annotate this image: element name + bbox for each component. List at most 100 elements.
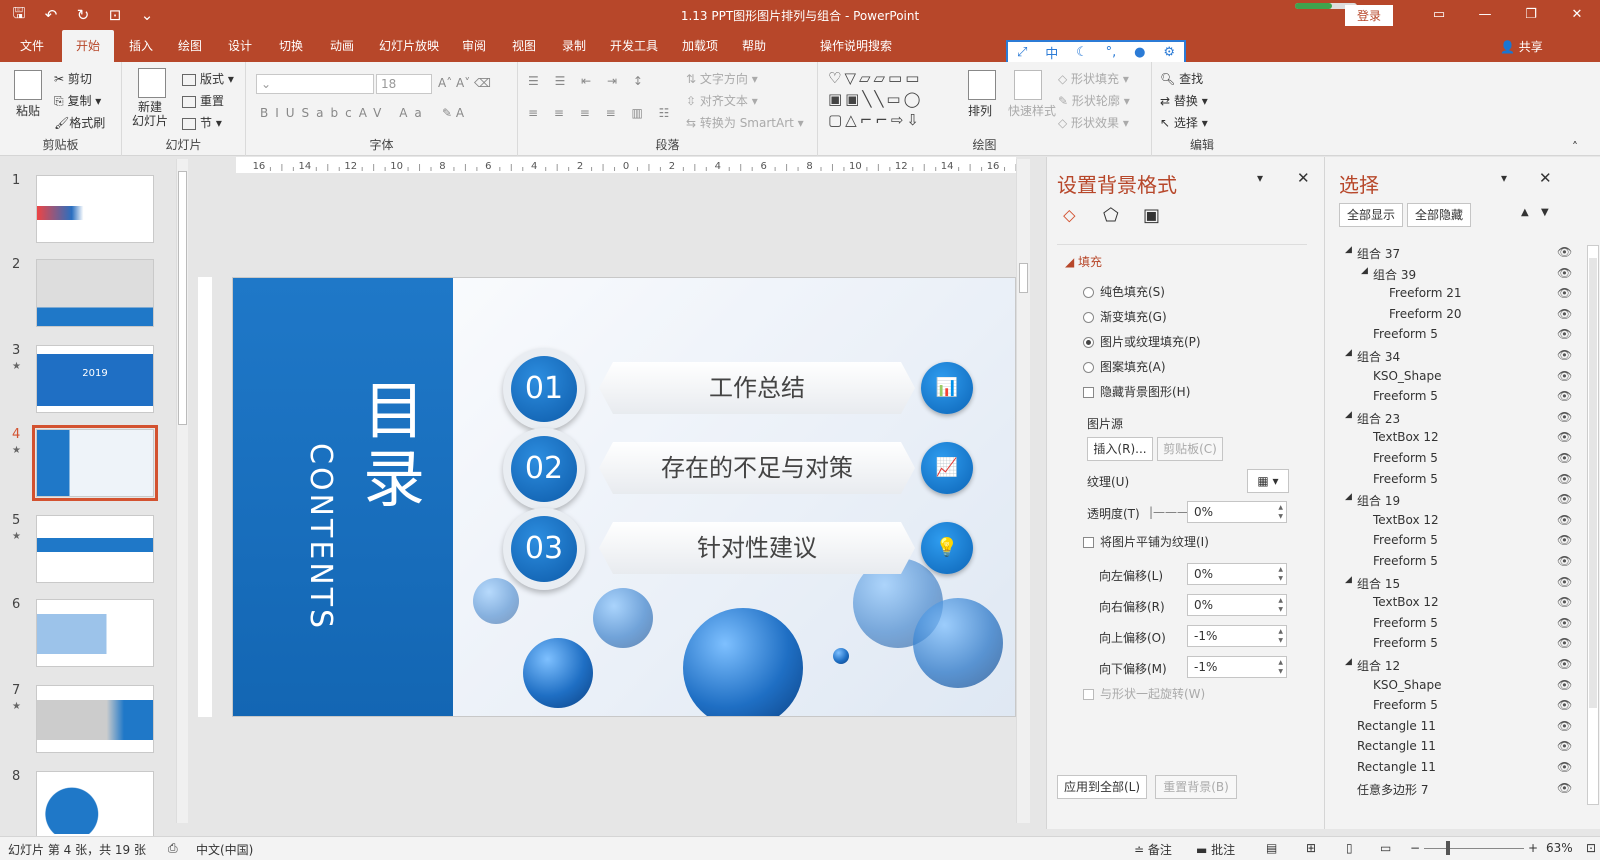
thumbnail-scrollbar[interactable]	[176, 159, 188, 823]
user-icon[interactable]: ●	[1134, 45, 1145, 60]
visibility-eye-icon[interactable]: 👁	[1557, 636, 1572, 650]
offset-input[interactable]: -1%	[1187, 656, 1287, 678]
slide-thumbnail[interactable]	[36, 599, 154, 667]
tab-13[interactable]: 帮助	[736, 30, 772, 62]
notes-button[interactable]: ≐ 备注	[1134, 841, 1172, 858]
align-icons[interactable]: ≡ ≡ ≡ ≡ ▥ ☷	[528, 106, 675, 120]
slide-thumbnail[interactable]	[36, 259, 154, 327]
selection-item[interactable]: KSO_Shape	[1373, 369, 1442, 383]
minimize-icon[interactable]: —	[1462, 0, 1508, 30]
slide-thumbnail[interactable]	[36, 175, 154, 243]
arrange-button[interactable]: 排列	[968, 102, 992, 119]
selection-item[interactable]: Freeform 21	[1389, 286, 1462, 300]
accessibility-icon[interactable]: ⎙	[168, 841, 178, 856]
visibility-eye-icon[interactable]: 👁	[1557, 389, 1572, 403]
reset-button[interactable]: 重置	[182, 92, 224, 109]
slide-thumbnail[interactable]	[36, 771, 154, 839]
transparency-slider[interactable]: |———	[1149, 505, 1189, 519]
selection-item[interactable]: 组合 15	[1357, 575, 1400, 592]
tab-4[interactable]: 设计	[222, 30, 258, 62]
editor-scrollbar[interactable]	[1016, 159, 1030, 823]
ribbon-display-icon[interactable]: ▭	[1416, 0, 1462, 30]
hide-all-button[interactable]: 全部隐藏	[1407, 203, 1471, 227]
select-button[interactable]: ↖ 选择 ▾	[1160, 114, 1208, 131]
shape-effects-button[interactable]: ◇ 形状效果 ▾	[1058, 114, 1129, 131]
selection-item[interactable]: Freeform 5	[1373, 533, 1438, 547]
smartart-button[interactable]: ⇆ 转换为 SmartArt ▾	[686, 114, 804, 131]
tab-1[interactable]: 开始	[62, 30, 114, 62]
expand-arrow-icon[interactable]: ◢	[1345, 575, 1352, 585]
reading-view-icon[interactable]: ▯	[1346, 841, 1353, 855]
selection-item[interactable]: Freeform 5	[1373, 472, 1438, 486]
visibility-eye-icon[interactable]: 👁	[1557, 760, 1572, 774]
visibility-eye-icon[interactable]: 👁	[1557, 307, 1572, 321]
selection-options-icon[interactable]: ▾	[1501, 171, 1507, 185]
selection-item[interactable]: Freeform 5	[1373, 616, 1438, 630]
layout-button[interactable]: 版式 ▾	[182, 70, 234, 87]
selection-item[interactable]: TextBox 12	[1373, 513, 1439, 527]
selection-item[interactable]: Freeform 5	[1373, 554, 1438, 568]
replace-button[interactable]: ⇄ 替换 ▾	[1160, 92, 1208, 109]
selection-item[interactable]: Freeform 5	[1373, 327, 1438, 341]
selection-item[interactable]: Rectangle 11	[1357, 719, 1436, 733]
visibility-eye-icon[interactable]: 👁	[1557, 369, 1572, 383]
visibility-eye-icon[interactable]: 👁	[1557, 781, 1572, 795]
show-all-button[interactable]: 全部显示	[1339, 203, 1403, 227]
visibility-eye-icon[interactable]: 👁	[1557, 245, 1572, 259]
slide-canvas[interactable]: 目录 CONTENTS 01 工作总结 📊 02 存在的不足与对策 📈 03 针对性建议 💡	[232, 277, 1016, 717]
quick-styles-button[interactable]: 快速样式	[1008, 102, 1056, 119]
tab-2[interactable]: 插入	[122, 30, 160, 62]
paste-icon[interactable]	[14, 70, 42, 100]
selection-item[interactable]: Freeform 20	[1389, 307, 1462, 321]
texture-dropdown[interactable]: ▦ ▾	[1247, 469, 1289, 493]
selection-item[interactable]: 组合 19	[1357, 492, 1400, 509]
tab-8[interactable]: 审阅	[456, 30, 492, 62]
new-slide-button[interactable]: 新建 幻灯片	[132, 100, 168, 128]
selection-item[interactable]: Freeform 5	[1373, 389, 1438, 403]
visibility-eye-icon[interactable]: 👁	[1557, 513, 1572, 527]
collapse-ribbon-icon[interactable]: ˄	[1572, 140, 1578, 154]
visibility-eye-icon[interactable]: 👁	[1557, 595, 1572, 609]
growth-chart-icon[interactable]: 📈	[921, 442, 973, 494]
tab-6[interactable]: 动画	[324, 30, 360, 62]
arrange-icon[interactable]	[968, 70, 996, 100]
visibility-eye-icon[interactable]: 👁	[1557, 286, 1572, 300]
bring-forward-icon[interactable]: ▲	[1521, 207, 1529, 218]
fit-slide-icon[interactable]: ⊡	[1586, 841, 1596, 855]
fill-option[interactable]: 纯色填充(S)	[1083, 283, 1165, 300]
font-size-input[interactable]: 18	[376, 74, 432, 94]
visibility-eye-icon[interactable]: 👁	[1557, 533, 1572, 547]
expand-arrow-icon[interactable]: ◢	[1345, 348, 1352, 358]
normal-view-icon[interactable]: ▤	[1266, 841, 1277, 855]
selection-item[interactable]: 组合 23	[1357, 410, 1400, 427]
item-number-badge[interactable]: 01	[503, 348, 585, 430]
tab-7[interactable]: 幻灯片放映	[374, 30, 444, 62]
slide-thumbnail[interactable]	[36, 685, 154, 753]
visibility-eye-icon[interactable]: 👁	[1557, 327, 1572, 341]
tab-14[interactable]: 操作说明搜索	[800, 30, 912, 62]
slideshow-view-icon[interactable]: ▭	[1380, 841, 1391, 855]
visibility-eye-icon[interactable]: 👁	[1557, 678, 1572, 692]
fill-option[interactable]: 图案填充(A)	[1083, 358, 1166, 375]
punctuation-icon[interactable]: °,	[1106, 45, 1117, 60]
new-slide-icon[interactable]	[138, 68, 166, 98]
grow-font-icon[interactable]: A˄ A˅ ⌫	[438, 76, 491, 90]
fill-option[interactable]: 图片或纹理填充(P)	[1083, 333, 1201, 350]
pane-options-icon[interactable]: ▾	[1257, 171, 1263, 185]
expand-arrow-icon[interactable]: ◢	[1345, 245, 1352, 255]
language-indicator[interactable]: 中文(中国)	[196, 841, 253, 858]
shape-fill-button[interactable]: ◇ 形状填充 ▾	[1058, 70, 1129, 87]
selection-item[interactable]: Freeform 5	[1373, 451, 1438, 465]
fill-option[interactable]: 隐藏背景图形(H)	[1083, 383, 1190, 400]
visibility-eye-icon[interactable]: 👁	[1557, 410, 1572, 424]
zoom-slider-thumb[interactable]	[1446, 841, 1450, 855]
offset-input[interactable]: 0%	[1187, 594, 1287, 616]
selection-item[interactable]: 组合 34	[1357, 348, 1400, 365]
expand-arrow-icon[interactable]: ◢	[1345, 410, 1352, 420]
close-selection-icon[interactable]: ✕	[1539, 169, 1552, 187]
zoom-level[interactable]: 63%	[1546, 841, 1573, 855]
item-number-badge[interactable]: 02	[503, 428, 585, 510]
item-label[interactable]: 工作总结	[599, 362, 915, 414]
text-direction-button[interactable]: ⇅ 文字方向 ▾	[686, 70, 758, 87]
visibility-eye-icon[interactable]: 👁	[1557, 719, 1572, 733]
